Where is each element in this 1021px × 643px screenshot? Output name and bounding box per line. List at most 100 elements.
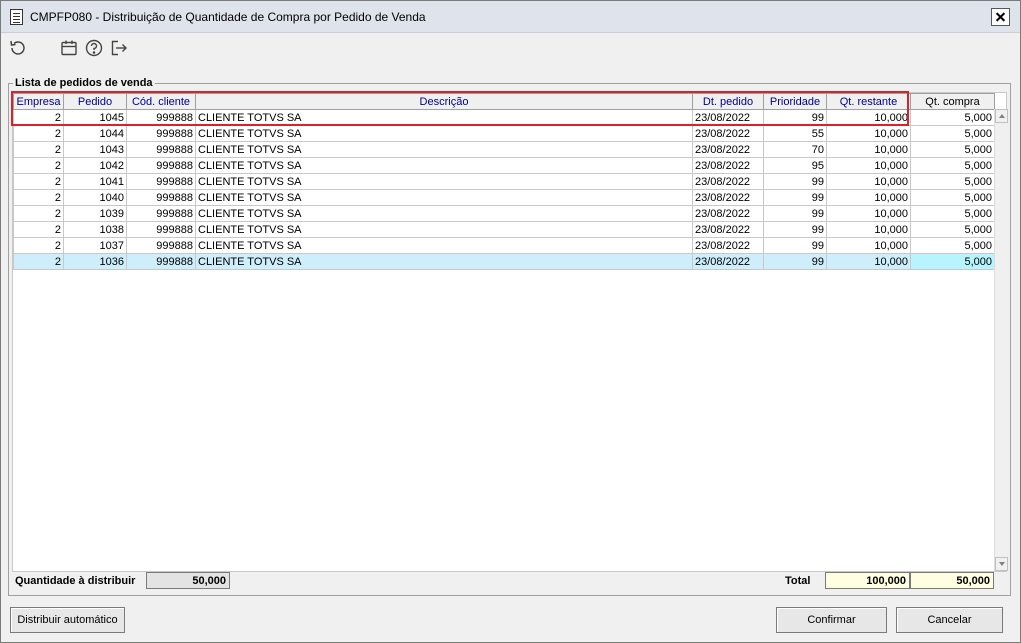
cell-descricao: CLIENTE TOTVS SA [195, 141, 693, 158]
cell-empresa: 2 [13, 173, 64, 190]
cell-dt-pedido: 23/08/2022 [692, 221, 764, 238]
table-row[interactable]: 2 1045 999888 CLIENTE TOTVS SA 23/08/2022 99 1… [13, 109, 995, 126]
cell-pedido: 1039 [63, 205, 127, 222]
cell-cod-cliente: 999888 [126, 221, 196, 238]
column-header-qt-compra[interactable]: Qt. compra [910, 93, 995, 110]
cell-dt-pedido: 23/08/2022 [692, 109, 764, 126]
column-header-empresa[interactable]: Empresa [13, 93, 64, 110]
cell-cod-cliente: 999888 [126, 157, 196, 174]
orders-grid[interactable]: Empresa Pedido Cód. cliente Descrição Dt… [12, 92, 1007, 572]
table-row[interactable]: 2 1039 999888 CLIENTE TOTVS SA 23/08/2022 99 1… [13, 205, 995, 222]
scroll-down-icon[interactable] [995, 557, 1008, 571]
cell-qt-restante: 10,000 [826, 125, 911, 142]
help-icon[interactable] [84, 38, 104, 58]
table-row[interactable]: 2 1042 999888 CLIENTE TOTVS SA 23/08/2022 95 1… [13, 157, 995, 174]
total-compra-field: 50,000 [910, 572, 994, 589]
cell-empresa: 2 [13, 189, 64, 206]
cell-qt-compra[interactable]: 5,000 [910, 189, 995, 206]
cell-qt-restante: 10,000 [826, 205, 911, 222]
cell-qt-restante: 10,000 [826, 221, 911, 238]
cell-qt-compra[interactable]: 5,000 [910, 141, 995, 158]
cell-cod-cliente: 999888 [126, 253, 196, 270]
cell-dt-pedido: 23/08/2022 [692, 237, 764, 254]
column-header-dt-pedido[interactable]: Dt. pedido [692, 93, 764, 110]
cell-empresa: 2 [13, 205, 64, 222]
cell-qt-compra[interactable]: 5,000 [910, 125, 995, 142]
cell-pedido: 1036 [63, 253, 127, 270]
cell-descricao: CLIENTE TOTVS SA [195, 253, 693, 270]
confirm-button[interactable]: Confirmar [776, 607, 887, 633]
table-row[interactable]: 2 1036 999888 CLIENTE TOTVS SA 23/08/2022 99 1… [13, 253, 995, 270]
cell-cod-cliente: 999888 [126, 125, 196, 142]
close-button[interactable] [991, 8, 1010, 26]
cell-empresa: 2 [13, 157, 64, 174]
cell-prioridade: 95 [763, 157, 827, 174]
cell-empresa: 2 [13, 141, 64, 158]
qty-to-distribute-field: 50,000 [146, 572, 230, 589]
table-row[interactable]: 2 1038 999888 CLIENTE TOTVS SA 23/08/2022 99 1… [13, 221, 995, 238]
cell-prioridade: 99 [763, 221, 827, 238]
qty-to-distribute-label: Quantidade à distribuir [15, 575, 136, 587]
cell-cod-cliente: 999888 [126, 237, 196, 254]
table-row[interactable]: 2 1041 999888 CLIENTE TOTVS SA 23/08/2022 99 1… [13, 173, 995, 190]
exit-icon[interactable] [109, 38, 129, 58]
cell-qt-compra[interactable]: 5,000 [910, 109, 995, 126]
cell-qt-compra[interactable]: 5,000 [910, 173, 995, 190]
column-header-prioridade[interactable]: Prioridade [763, 93, 827, 110]
cell-pedido: 1045 [63, 109, 127, 126]
document-icon [10, 9, 23, 25]
cell-descricao: CLIENTE TOTVS SA [195, 221, 693, 238]
cell-dt-pedido: 23/08/2022 [692, 157, 764, 174]
cell-descricao: CLIENTE TOTVS SA [195, 173, 693, 190]
table-header: Empresa Pedido Cód. cliente Descrição Dt… [13, 93, 995, 110]
group-label: Lista de pedidos de venda [13, 77, 155, 89]
cell-qt-restante: 10,000 [826, 109, 911, 126]
vertical-scrollbar[interactable] [994, 109, 1008, 571]
table-row[interactable]: 2 1037 999888 CLIENTE TOTVS SA 23/08/2022 99 1… [13, 237, 995, 254]
cell-qt-compra[interactable]: 5,000 [910, 205, 995, 222]
cell-dt-pedido: 23/08/2022 [692, 141, 764, 158]
table-row[interactable]: 2 1040 999888 CLIENTE TOTVS SA 23/08/2022 99 1… [13, 189, 995, 206]
cell-empresa: 2 [13, 253, 64, 270]
cell-qt-restante: 10,000 [826, 253, 911, 270]
cell-prioridade: 99 [763, 205, 827, 222]
column-header-qt-restante[interactable]: Qt. restante [826, 93, 911, 110]
cell-descricao: CLIENTE TOTVS SA [195, 205, 693, 222]
calendar-icon[interactable] [59, 38, 79, 58]
cell-descricao: CLIENTE TOTVS SA [195, 157, 693, 174]
window-title: CMPFP080 - Distribuição de Quantidade de… [30, 10, 426, 24]
cell-qt-restante: 10,000 [826, 157, 911, 174]
cell-empresa: 2 [13, 221, 64, 238]
cell-qt-compra[interactable]: 5,000 [910, 221, 995, 238]
cell-dt-pedido: 23/08/2022 [692, 173, 764, 190]
column-header-cod-cliente[interactable]: Cód. cliente [126, 93, 196, 110]
auto-distribute-button[interactable]: Distribuir automático [10, 607, 125, 633]
cell-dt-pedido: 23/08/2022 [692, 253, 764, 270]
cell-pedido: 1038 [63, 221, 127, 238]
column-header-descricao[interactable]: Descrição [195, 93, 693, 110]
cancel-button[interactable]: Cancelar [896, 607, 1003, 633]
table-body: 2 1045 999888 CLIENTE TOTVS SA 23/08/2022 99 1… [13, 109, 995, 270]
cell-cod-cliente: 999888 [126, 173, 196, 190]
orders-table: Empresa Pedido Cód. cliente Descrição Dt… [13, 93, 995, 270]
scroll-up-icon[interactable] [995, 109, 1008, 123]
cell-descricao: CLIENTE TOTVS SA [195, 109, 693, 126]
cell-descricao: CLIENTE TOTVS SA [195, 125, 693, 142]
cell-prioridade: 99 [763, 253, 827, 270]
column-header-pedido[interactable]: Pedido [63, 93, 127, 110]
cell-empresa: 2 [13, 125, 64, 142]
cell-pedido: 1043 [63, 141, 127, 158]
cell-qt-compra[interactable]: 5,000 [910, 253, 995, 270]
cell-prioridade: 99 [763, 189, 827, 206]
total-restante-field: 100,000 [825, 572, 910, 589]
toolbar [1, 34, 1020, 62]
cell-qt-compra[interactable]: 5,000 [910, 237, 995, 254]
table-row[interactable]: 2 1044 999888 CLIENTE TOTVS SA 23/08/2022 55 1… [13, 125, 995, 142]
table-row[interactable]: 2 1043 999888 CLIENTE TOTVS SA 23/08/2022 70 1… [13, 141, 995, 158]
cell-prioridade: 70 [763, 141, 827, 158]
cell-empresa: 2 [13, 109, 64, 126]
refresh-icon[interactable] [8, 38, 28, 58]
cell-pedido: 1037 [63, 237, 127, 254]
cell-qt-restante: 10,000 [826, 141, 911, 158]
cell-qt-compra[interactable]: 5,000 [910, 157, 995, 174]
